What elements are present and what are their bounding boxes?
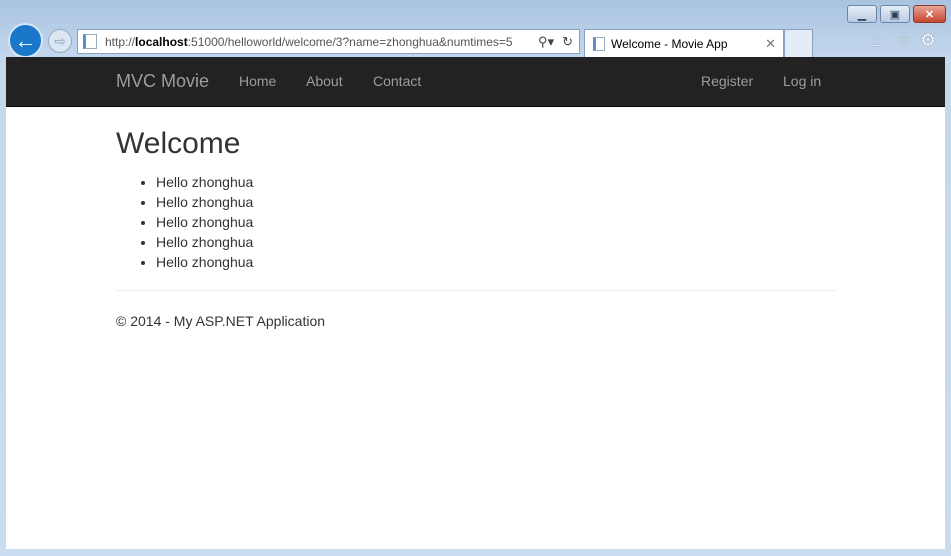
search-icon[interactable]: ⚲▾ [538,34,554,50]
list-item: Hello zhonghua [156,192,253,212]
nav-about[interactable]: About [306,73,343,89]
nav-contact[interactable]: Contact [373,73,421,89]
back-button[interactable]: ← [8,23,43,58]
divider [116,290,836,291]
list-item: Hello zhonghua [156,172,253,192]
page-content: MVC Movie Home About Contact Register Lo… [6,57,945,549]
close-tab-icon[interactable]: ✕ [765,36,776,52]
settings-gear-icon[interactable]: ⚙ [920,30,936,51]
minimize-button[interactable]: ▁ [847,5,877,23]
page-icon [83,34,97,49]
page-title: Welcome [116,127,241,160]
list-item: Hello zhonghua [156,252,253,272]
forward-icon: ⇨ [54,32,66,49]
list-item: Hello zhonghua [156,212,253,232]
nav-register[interactable]: Register [701,73,753,89]
forward-button[interactable]: ⇨ [48,29,72,53]
navbar: MVC Movie Home About Contact Register Lo… [6,57,945,107]
page-icon [593,36,605,51]
greeting-list: Hello zhonghua Hello zhonghua Hello zhon… [156,172,253,272]
url-host: localhost [135,34,188,49]
footer-text: © 2014 - My ASP.NET Application [116,313,326,329]
close-window-button[interactable]: ✕ [913,5,946,23]
home-icon[interactable]: ⌂ [872,30,883,51]
maximize-button[interactable]: ▣ [880,5,910,23]
refresh-icon[interactable]: ↻ [562,34,573,50]
url-rest: :51000/helloworld/welcome/3?name=zhonghu… [187,34,513,49]
address-bar[interactable]: http://localhost:51000/helloworld/welcom… [77,29,580,54]
url-prefix: http:// [105,34,136,49]
nav-login[interactable]: Log in [783,73,821,89]
back-icon: ← [14,27,37,53]
favorites-star-icon[interactable]: ☆ [896,30,912,51]
nav-home[interactable]: Home [239,73,276,89]
list-item: Hello zhonghua [156,232,253,252]
new-tab-button[interactable] [784,29,813,57]
tab-title: Welcome - Movie App [611,36,728,51]
brand-link[interactable]: MVC Movie [116,71,209,92]
tab-welcome[interactable]: Welcome - Movie App ✕ [584,29,784,57]
